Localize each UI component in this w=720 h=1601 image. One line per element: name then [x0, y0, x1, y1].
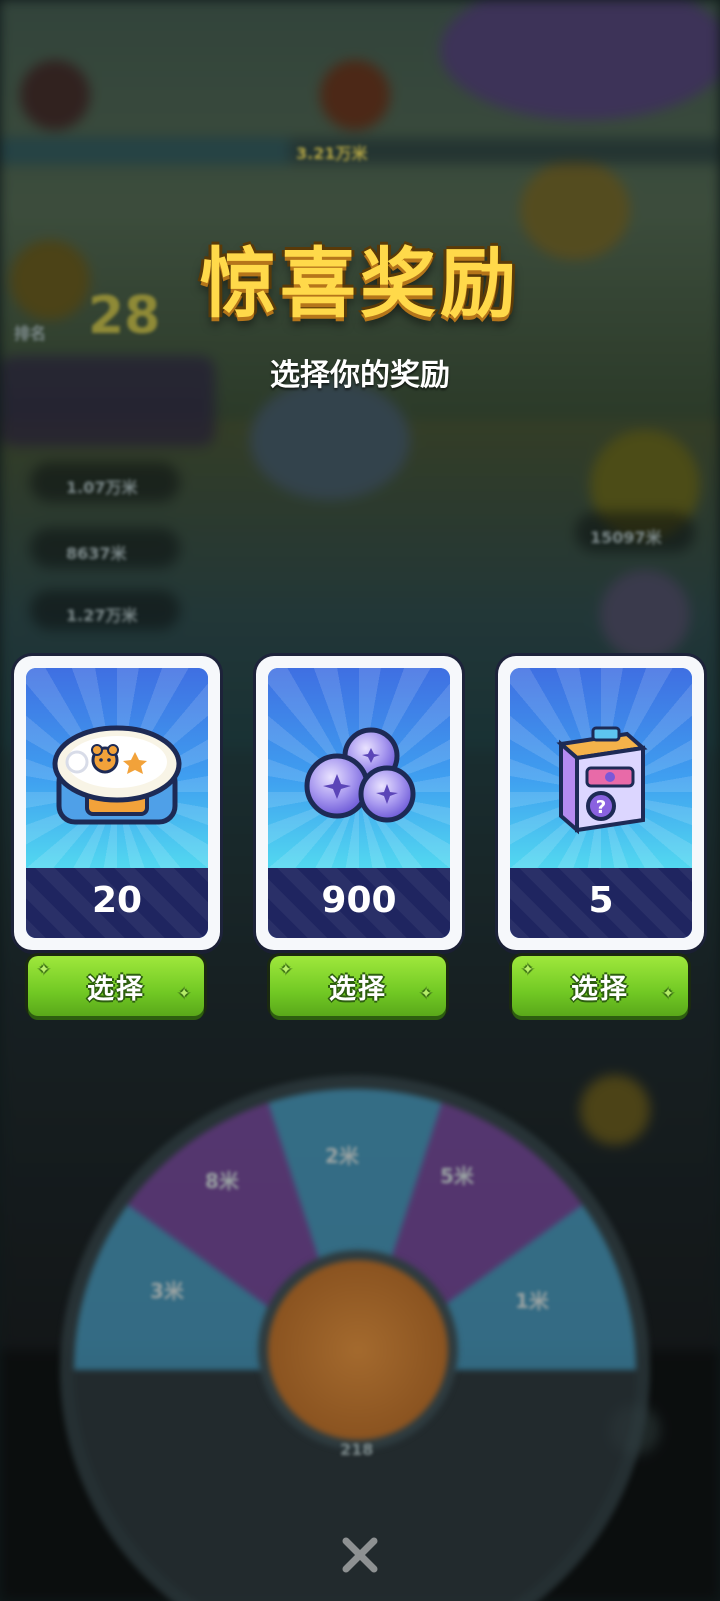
background-score-row: 1.27万米 — [66, 606, 138, 625]
sparkle-icon: ✦ — [280, 962, 294, 978]
sparkle-icon: ✦ — [38, 962, 52, 978]
purple-orbs-icon — [304, 727, 416, 823]
wheel-segment-label: 2米 — [325, 1144, 359, 1168]
lunchbox-icon — [52, 725, 182, 825]
sparkle-icon: ✦ — [178, 986, 192, 1002]
background-score-row: 8637米 — [66, 544, 127, 563]
background-right-score: 15097米 — [590, 528, 662, 547]
reward-amount: 5 — [588, 880, 614, 921]
reward-amount: 900 — [321, 880, 397, 921]
select-button-label: 选择 — [571, 973, 629, 1005]
reward-amount: 20 — [91, 880, 143, 921]
sparkle-icon: ✦ — [662, 986, 676, 1002]
reward-card-lunchbox[interactable]: 20 — [14, 656, 220, 950]
select-button-orbs[interactable]: ✦ ✦ 选择 — [270, 956, 446, 1016]
wheel-center-button — [258, 1250, 458, 1450]
wheel-segment-label: 3米 — [150, 1279, 184, 1303]
select-button-lunchbox[interactable]: ✦ ✦ 选择 — [28, 956, 204, 1016]
select-button-label: 选择 — [87, 973, 145, 1005]
background-bottom-count: 218 — [340, 1440, 374, 1459]
reward-card-mystery-box[interactable]: ? 5 — [498, 656, 704, 950]
wheel-segment-label: 5米 — [440, 1164, 474, 1188]
background-progress-label: 3.21万米 — [296, 144, 368, 163]
sparkle-icon: ✦ — [522, 962, 536, 978]
sparkle-icon: ✦ — [420, 986, 434, 1002]
mystery-box-icon: ? — [556, 726, 648, 835]
reward-subtitle: 选择你的奖励 — [270, 358, 450, 393]
wheel-segment-label: 1米 — [515, 1289, 549, 1313]
reward-card-orbs[interactable]: 900 — [256, 656, 462, 950]
reward-title: 惊喜奖励 — [200, 239, 520, 328]
wheel-segment-label: 8米 — [205, 1169, 239, 1193]
close-icon — [342, 1537, 378, 1573]
close-button[interactable] — [325, 1520, 395, 1590]
select-button-mystery-box[interactable]: ✦ ✦ 选择 — [512, 956, 688, 1016]
svg-text:?: ? — [596, 797, 606, 818]
background-score-row: 1.07万米 — [66, 478, 138, 497]
select-button-label: 选择 — [329, 973, 387, 1005]
